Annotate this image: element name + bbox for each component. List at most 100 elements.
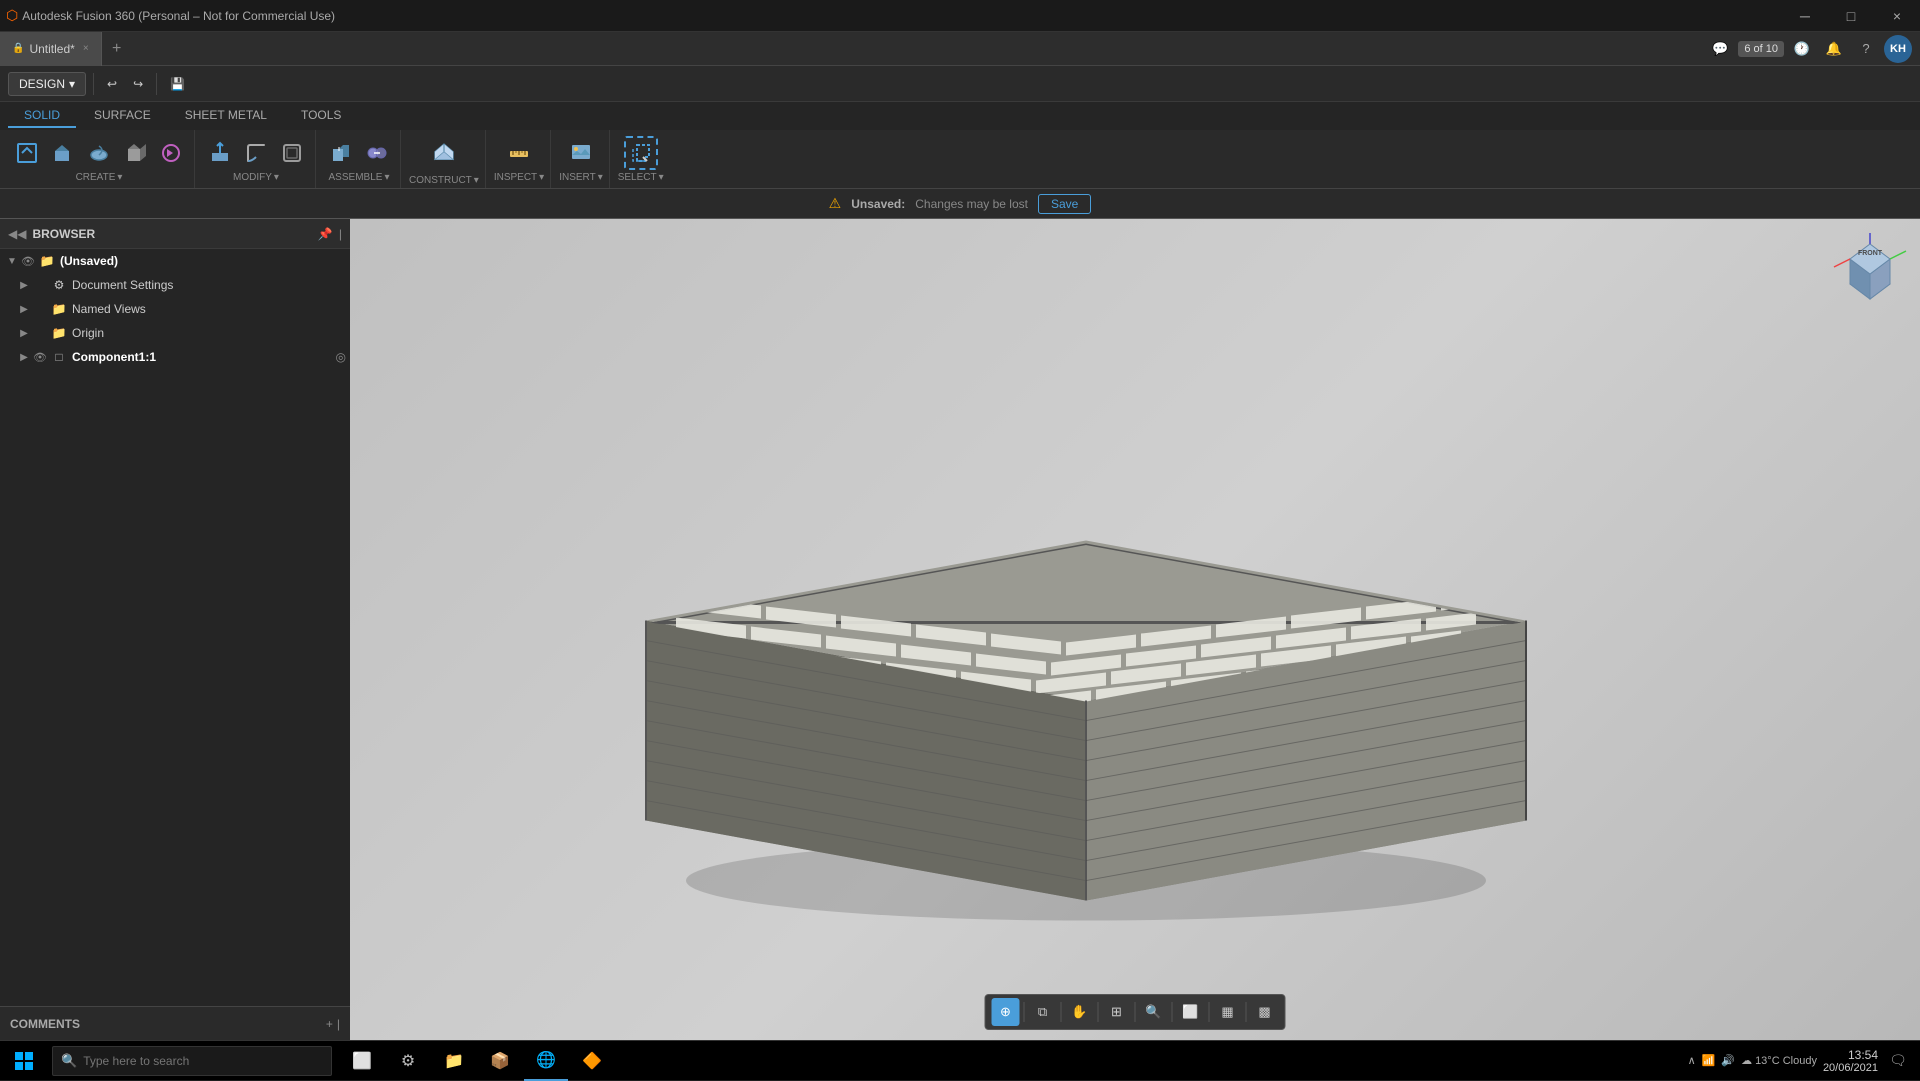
tree-item-component[interactable]: ▶ 👁 □ Component1:1 ◎ <box>0 345 350 369</box>
grid-display-icon[interactable]: ▩ <box>1251 998 1279 1026</box>
chat-icon[interactable]: 💬 <box>1706 35 1734 63</box>
grid-snap-icon[interactable]: ⧉ <box>1029 998 1057 1026</box>
settings-taskbar-icon[interactable]: ⚙ <box>386 1041 430 1081</box>
tree-item-doc-settings[interactable]: ▶ ⚙ Document Settings <box>0 273 350 297</box>
insert-icon[interactable] <box>564 136 598 170</box>
store-icon[interactable]: 📦 <box>478 1041 522 1081</box>
modify-icons <box>203 136 309 170</box>
file-explorer-icon[interactable]: 📁 <box>432 1041 476 1081</box>
system-time: 13:54 <box>1848 1048 1878 1062</box>
visibility-icon <box>32 327 48 339</box>
tree-item-origin[interactable]: ▶ 📁 Origin <box>0 321 350 345</box>
create-sketch-icon[interactable] <box>10 136 44 170</box>
network-icon[interactable]: 📶 <box>1702 1054 1716 1067</box>
vt-separator <box>1246 1002 1247 1022</box>
clock-icon[interactable]: 🕐 <box>1788 35 1816 63</box>
create-label[interactable]: CREATE ▾ <box>76 172 123 183</box>
chrome-icon[interactable]: 🌐 <box>524 1041 568 1081</box>
construct-plane-icon[interactable] <box>424 133 464 173</box>
design-mode-button[interactable]: DESIGN ▾ <box>8 72 86 96</box>
3d-viewport[interactable]: FRONT ⊕ ⧉ ✋ ⊞ � <box>350 219 1920 1040</box>
3d-grid-svg <box>596 340 1576 940</box>
visual-style-icon[interactable]: ▦ <box>1214 998 1242 1026</box>
visibility-icon[interactable]: 👁 <box>32 351 48 364</box>
new-component-icon[interactable] <box>324 136 358 170</box>
new-tab-button[interactable]: + <box>102 34 132 64</box>
pan-icon[interactable]: ✋ <box>1066 998 1094 1026</box>
insert-icons <box>564 136 598 170</box>
save-button-toolbar[interactable]: 💾 <box>164 70 191 98</box>
select-icon[interactable] <box>624 136 658 170</box>
tab-bar-right: 💬 6 of 10 🕐 🔔 ? KH <box>1706 35 1920 63</box>
save-document-button[interactable]: Save <box>1038 194 1091 214</box>
mirror-icon[interactable] <box>154 136 188 170</box>
display-mode-icon[interactable]: ⬜ <box>1177 998 1205 1026</box>
box-icon[interactable] <box>118 136 152 170</box>
visibility-icon <box>32 279 48 291</box>
view-cube[interactable]: FRONT <box>1830 229 1910 309</box>
taskbar-search-box[interactable]: 🔍 <box>52 1046 332 1076</box>
fillet-icon[interactable] <box>239 136 273 170</box>
browser-expand-button[interactable]: | <box>339 227 342 241</box>
minimize-button[interactable]: ─ <box>1782 0 1828 32</box>
unsaved-description: Changes may be lost <box>915 197 1028 211</box>
comments-panel-header[interactable]: COMMENTS + | <box>0 1006 350 1040</box>
tab-sheet-metal[interactable]: SHEET METAL <box>169 104 283 128</box>
tab-surface[interactable]: SURFACE <box>78 104 167 128</box>
press-pull-icon[interactable] <box>203 136 237 170</box>
taskbar-search-input[interactable] <box>83 1054 303 1068</box>
measure-icon[interactable] <box>502 136 536 170</box>
task-view-button[interactable]: ⬜ <box>340 1041 384 1081</box>
volume-icon[interactable]: 🔊 <box>1721 1054 1735 1067</box>
start-button[interactable] <box>0 1041 48 1081</box>
orbit-icon[interactable]: ⊞ <box>1103 998 1131 1026</box>
notification-bell-icon[interactable]: 🔔 <box>1820 35 1848 63</box>
tree-item-named-views[interactable]: ▶ 📁 Named Views <box>0 297 350 321</box>
shell-icon[interactable] <box>275 136 309 170</box>
tree-item-label: Named Views <box>72 302 346 316</box>
system-tray: ∧ 📶 🔊 ☁ 13°C Cloudy 13:54 20/06/2021 🗨 <box>1680 1041 1920 1081</box>
revolve-icon[interactable] <box>82 136 116 170</box>
inspect-label[interactable]: INSPECT ▾ <box>494 172 544 183</box>
settings-icon: ⚙ <box>50 278 68 292</box>
maximize-button[interactable]: □ <box>1828 0 1874 32</box>
comments-add-button[interactable]: + <box>326 1017 333 1031</box>
tree-item-unsaved[interactable]: ▼ 👁 📁 (Unsaved) <box>0 249 350 273</box>
notification-center-button[interactable]: 🗨 <box>1884 1041 1912 1081</box>
close-button[interactable]: × <box>1874 0 1920 32</box>
construct-label[interactable]: CONSTRUCT ▾ <box>409 175 479 186</box>
tray-up-arrow[interactable]: ∧ <box>1688 1054 1696 1067</box>
modify-label[interactable]: MODIFY ▾ <box>233 172 279 183</box>
app-title: Autodesk Fusion 360 (Personal – Not for … <box>18 9 1920 23</box>
comments-expand-button[interactable]: | <box>337 1017 340 1031</box>
user-avatar[interactable]: KH <box>1884 35 1912 63</box>
undo-button[interactable]: ↩ <box>101 70 123 98</box>
visibility-icon[interactable]: 👁 <box>20 255 36 268</box>
fusion-taskbar-icon[interactable]: 🔶 <box>570 1041 614 1081</box>
help-icon[interactable]: ? <box>1852 35 1880 63</box>
assemble-label[interactable]: ASSEMBLE ▾ <box>329 172 390 183</box>
zoom-icon[interactable]: 🔍 <box>1140 998 1168 1026</box>
tab-tools[interactable]: TOOLS <box>285 104 357 128</box>
title-bar: ⬡ Autodesk Fusion 360 (Personal – Not fo… <box>0 0 1920 32</box>
tree-expand-arrow: ▶ <box>16 280 32 291</box>
page-wrapper: ⬡ Autodesk Fusion 360 (Personal – Not fo… <box>0 0 1920 1080</box>
unsaved-bar: ⚠ Unsaved: Changes may be lost Save <box>0 189 1920 219</box>
joint-icon[interactable] <box>360 136 394 170</box>
tab-solid[interactable]: SOLID <box>8 104 76 128</box>
extrude-icon[interactable] <box>46 136 80 170</box>
inspect-group: INSPECT ▾ <box>488 130 551 188</box>
insert-label[interactable]: INSERT ▾ <box>559 172 603 183</box>
tab-close-button[interactable]: × <box>83 43 89 54</box>
tree-item-label: Origin <box>72 326 346 340</box>
redo-button[interactable]: ↪ <box>127 70 149 98</box>
select-label[interactable]: SELECT ▾ <box>618 172 664 183</box>
tree-item-label: Document Settings <box>72 278 346 292</box>
system-clock[interactable]: 13:54 20/06/2021 <box>1823 1048 1878 1074</box>
active-tab[interactable]: 🔒 Untitled* × <box>0 32 102 66</box>
snap-icon[interactable]: ⊕ <box>992 998 1020 1026</box>
browser-collapse-button[interactable]: ◀◀ <box>8 227 26 241</box>
browser-pin-button[interactable]: 📌 <box>318 227 333 241</box>
browser-title: BROWSER <box>32 227 317 241</box>
subscription-badge[interactable]: 6 of 10 <box>1738 41 1784 57</box>
